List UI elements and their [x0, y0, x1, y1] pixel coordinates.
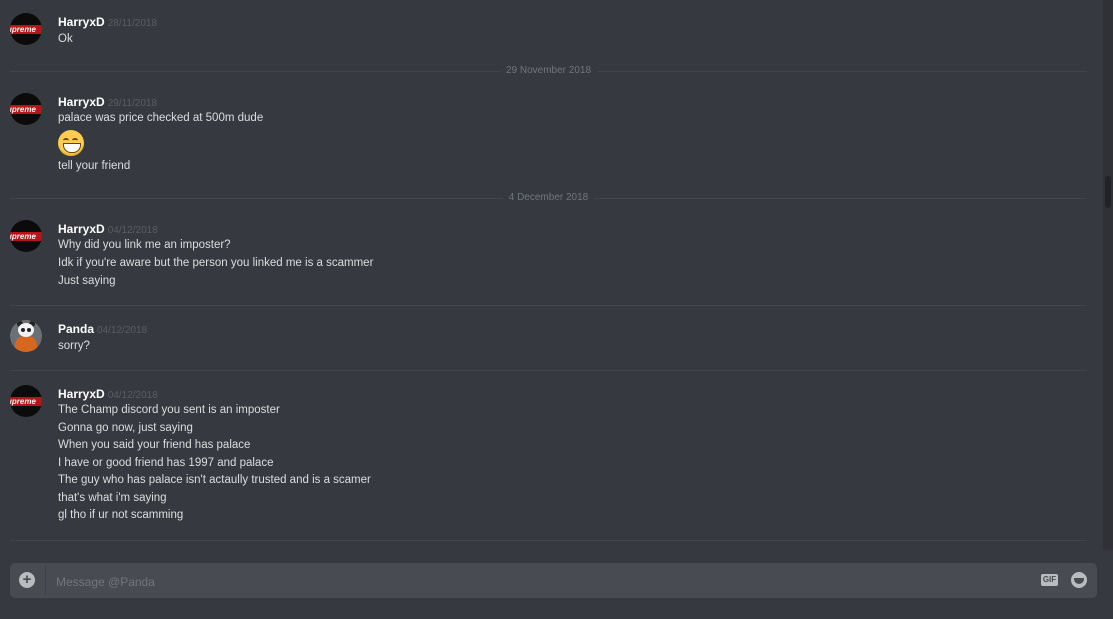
message-text: palace was price checked at 500m dude — [58, 112, 264, 124]
message-group: upreme HarryxD28/11/2018 Ok — [0, 0, 1100, 62]
message-text: When you said your friend has palace — [58, 439, 251, 451]
gif-icon[interactable]: GIF — [1041, 574, 1058, 586]
message-text: Gonna go now, just saying — [58, 422, 193, 434]
avatar-logo-text: upreme — [10, 397, 42, 406]
plus-circle-icon[interactable]: + — [19, 572, 35, 588]
message-text: Just saying — [58, 275, 116, 287]
emoji-icon[interactable] — [1071, 572, 1087, 588]
message-header: HarryxD 29/11/2018 — [58, 93, 157, 111]
scrollbar-thumb[interactable] — [1105, 176, 1111, 208]
user-avatar[interactable] — [10, 320, 42, 352]
username[interactable]: HarryxD — [58, 387, 105, 401]
message-text: The guy who has palace isn't actaully tr… — [58, 474, 371, 486]
composer-divider — [45, 566, 46, 595]
message-header: Panda 04/12/2018 — [58, 320, 147, 338]
message-text: Ok — [58, 33, 73, 45]
grinning-face-emoji[interactable] — [58, 130, 84, 156]
message-header: HarryxD 04/12/2018 — [58, 385, 158, 403]
message-text: Idk if you're aware but the person you l… — [58, 257, 374, 269]
avatar-logo-text: upreme — [10, 105, 42, 114]
message-text: Why did you link me an imposter? — [58, 239, 231, 251]
user-avatar[interactable]: upreme — [10, 385, 42, 417]
date-divider: 29 November 2018 — [10, 65, 1087, 76]
message-divider — [10, 370, 1087, 371]
timestamp: 04/12/2018 — [97, 325, 148, 336]
message-text: that's what i'm saying — [58, 492, 167, 504]
message-list: upreme HarryxD28/11/2018 Ok 29 November … — [0, 0, 1100, 550]
date-divider-label: 29 November 2018 — [499, 65, 598, 76]
username[interactable]: HarryxD — [58, 95, 105, 109]
message-text: gl tho if ur not scamming — [58, 509, 184, 521]
message-text: sorry? — [58, 340, 90, 352]
avatar-logo-text: upreme — [10, 25, 42, 34]
timestamp: 04/12/2018 — [107, 225, 158, 236]
user-avatar[interactable]: upreme — [10, 13, 42, 45]
message-text: The Champ discord you sent is an imposte… — [58, 404, 280, 416]
username[interactable]: Panda — [58, 322, 94, 336]
message-header: HarryxD 28/11/2018 — [58, 13, 157, 31]
timestamp: 29/11/2018 — [107, 98, 158, 109]
message-header: HarryxD 04/12/2018 — [58, 220, 158, 238]
message-text: tell your friend — [58, 160, 131, 172]
message-divider — [10, 540, 1087, 541]
date-divider-label: 4 December 2018 — [502, 192, 595, 203]
timestamp: 28/11/2018 — [107, 18, 158, 29]
scrollbar[interactable] — [1103, 0, 1113, 550]
username[interactable]: HarryxD — [58, 15, 105, 29]
avatar-logo-text: upreme — [10, 232, 42, 241]
date-divider: 4 December 2018 — [10, 192, 1087, 203]
message-input[interactable] — [54, 563, 1018, 600]
message-divider — [10, 305, 1087, 306]
username[interactable]: HarryxD — [58, 222, 105, 236]
timestamp: 04/12/2018 — [107, 390, 158, 401]
user-avatar[interactable]: upreme — [10, 220, 42, 252]
message-text: I have or good friend has 1997 and palac… — [58, 457, 274, 469]
message-composer: + GIF — [10, 563, 1097, 600]
user-avatar[interactable]: upreme — [10, 93, 42, 125]
